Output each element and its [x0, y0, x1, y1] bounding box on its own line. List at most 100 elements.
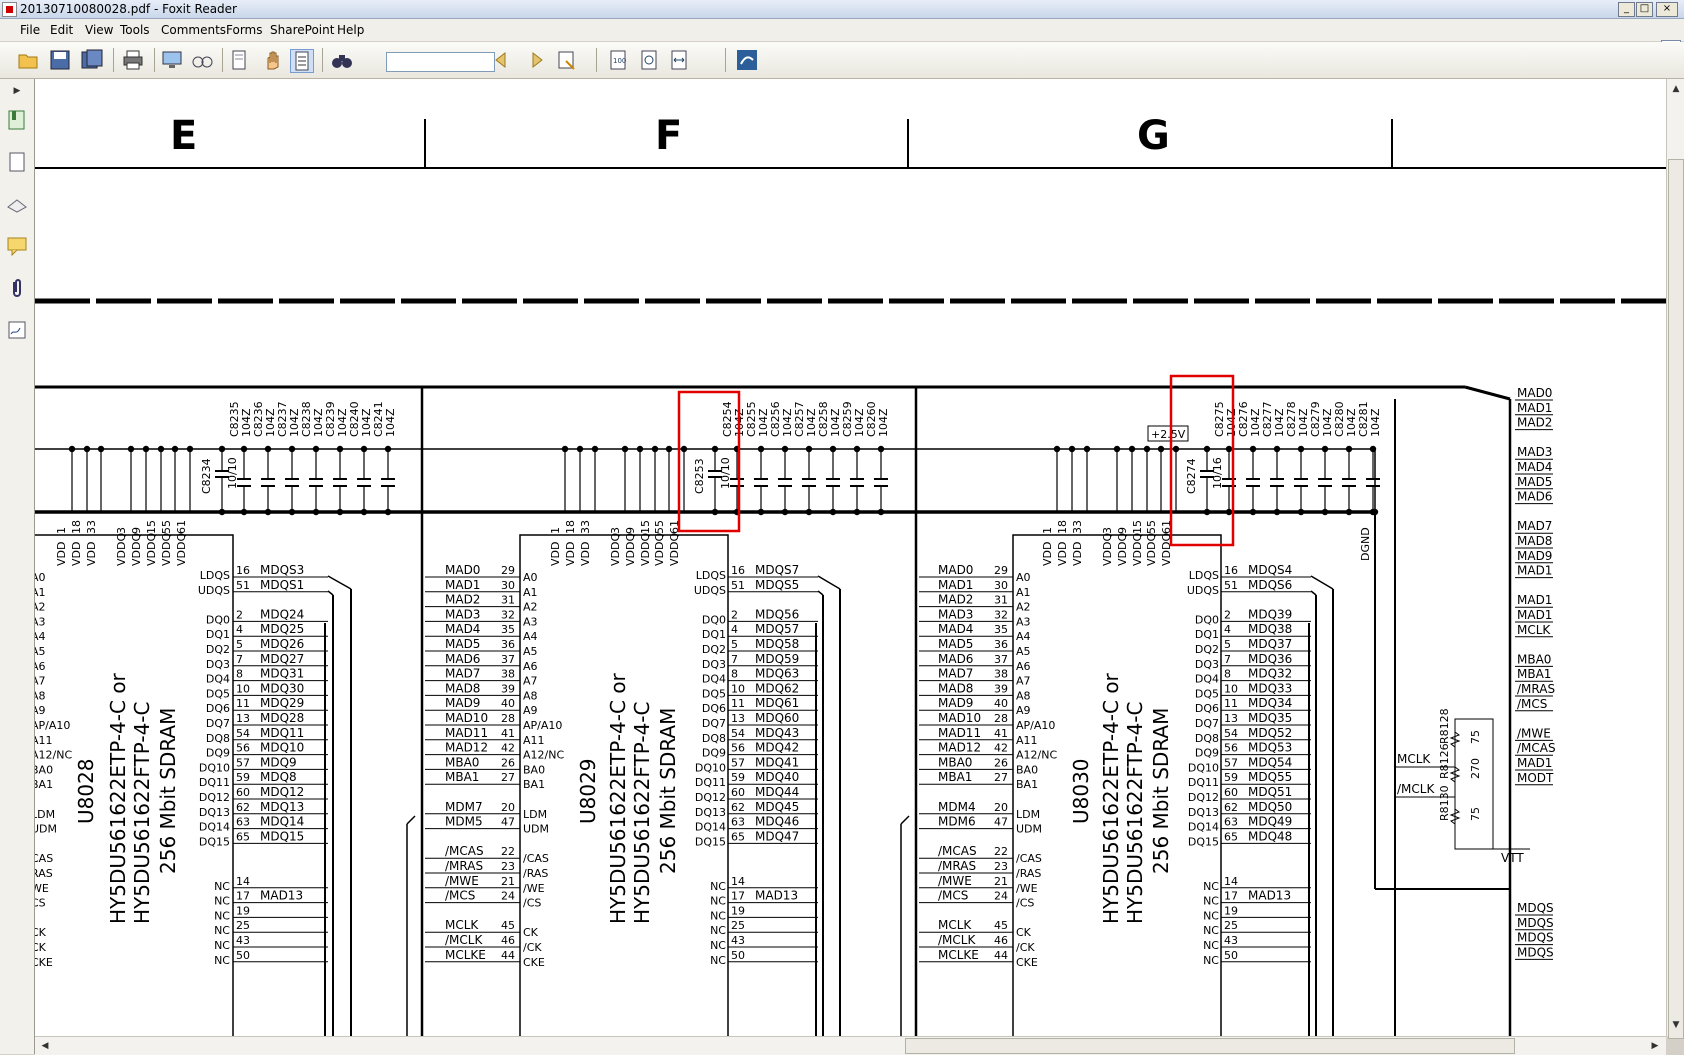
save-icon[interactable]: [49, 49, 71, 71]
pin-name: VDDQ: [1101, 533, 1114, 566]
pin-number: 10: [1224, 682, 1238, 695]
horizontal-scroll-thumb[interactable]: [905, 1038, 1515, 1054]
pin-number: 65: [731, 830, 745, 843]
menu-help[interactable]: Help: [337, 23, 364, 37]
bus-entry: [1310, 575, 1334, 590]
minimize-button[interactable]: _: [1618, 2, 1635, 17]
fit-page-icon[interactable]: [638, 49, 660, 71]
expand-panel-icon[interactable]: ▶: [9, 83, 25, 99]
pin-name: DQ1: [702, 628, 726, 641]
cap-ref-C8274: C8274: [1185, 458, 1198, 494]
pin-number: 8: [236, 668, 243, 681]
menu-sharepoint[interactable]: SharePoint: [270, 23, 334, 37]
pin-name: A6: [523, 660, 538, 673]
fit-width-icon[interactable]: [668, 49, 690, 71]
pin-number: 51: [731, 579, 745, 592]
net-MDQ58: MDQ58: [755, 637, 799, 651]
net-MCLK: MCLK: [938, 918, 972, 932]
net-MDQ61: MDQ61: [755, 696, 799, 710]
net-MDQ32: MDQ32: [1248, 667, 1292, 681]
net-MDQ41: MDQ41: [755, 755, 799, 769]
close-button[interactable]: ×: [1656, 2, 1678, 17]
hand-tool-icon[interactable]: [262, 49, 284, 71]
pin-number: 5: [236, 638, 243, 651]
fullscreen-icon[interactable]: [161, 49, 183, 71]
vertical-scroll-thumb[interactable]: [1668, 159, 1684, 1039]
net-MAD4: MAD4: [1517, 460, 1552, 474]
pin-name: /CAS: [523, 852, 549, 865]
menu-edit[interactable]: Edit: [50, 23, 73, 37]
menu-forms[interactable]: Forms: [226, 23, 262, 37]
pin-number: 4: [236, 623, 243, 636]
net-MCLK: MCLK: [1397, 752, 1431, 766]
net-MDQ53: MDQ53: [1248, 741, 1292, 755]
pin-name: CKE: [35, 956, 53, 969]
horizontal-scrollbar[interactable]: ◀ ▶: [35, 1036, 1666, 1055]
net-MDQ42: MDQ42: [755, 741, 799, 755]
pin-name: NC: [1203, 880, 1219, 893]
net-MDQS4: MDQS4: [1248, 563, 1292, 577]
find-previous-icon[interactable]: [493, 49, 515, 71]
pin-name: A8: [523, 689, 538, 702]
find-binoculars-icon[interactable]: [331, 49, 353, 71]
save-as-icon[interactable]: [81, 49, 103, 71]
pin-name: DQ5: [702, 687, 726, 700]
menu-tools[interactable]: Tools: [120, 23, 150, 37]
pin-name: DQ11: [695, 776, 726, 789]
menu-file[interactable]: File: [20, 23, 40, 37]
find-next-icon[interactable]: [523, 49, 545, 71]
menu-bar: File Edit View Tools Comments Forms Shar…: [0, 19, 1684, 60]
pin-name: VDD: [1071, 542, 1084, 566]
signatures-icon[interactable]: [6, 319, 28, 341]
actual-size-icon[interactable]: 100: [607, 49, 629, 71]
comment-tool-icon[interactable]: [556, 49, 578, 71]
attachments-icon[interactable]: [6, 277, 28, 299]
chip-part: HY5DU561622ETP-4-C or: [1099, 672, 1123, 924]
foxit-sign-icon[interactable]: [736, 49, 758, 71]
scroll-up-arrow[interactable]: ▲: [1668, 81, 1684, 97]
document-view[interactable]: E F G C8234 10/10 C8235 104Z C8236 104Z C8237 104Z…: [35, 79, 1666, 1036]
find-input[interactable]: [386, 52, 495, 72]
layers-icon[interactable]: [6, 193, 28, 215]
reading-icon[interactable]: [191, 49, 213, 71]
select-text-icon[interactable]: [290, 49, 314, 73]
pin-number: 42: [994, 742, 1008, 755]
cap-value: 10/10: [226, 457, 239, 489]
scroll-down-arrow[interactable]: ▼: [1668, 1017, 1684, 1033]
scroll-right-arrow[interactable]: ▶: [1647, 1038, 1663, 1054]
net-MDQ39: MDQ39: [1248, 607, 1292, 621]
pages-icon[interactable]: [6, 151, 28, 173]
net-MDQS1: MDQS1: [260, 578, 304, 592]
menu-comments[interactable]: Comments: [161, 23, 226, 37]
cap-ref-C8253: C8253: [693, 458, 706, 494]
pin-name: WE: [35, 882, 49, 895]
vertical-scrollbar[interactable]: ▲ ▼: [1666, 79, 1684, 1039]
net-MDQ55: MDQ55: [1248, 770, 1292, 784]
net-MDQ60: MDQ60: [755, 711, 799, 725]
net-MDQ48: MDQ48: [1248, 829, 1292, 843]
net-MDQ9: MDQ9: [260, 755, 297, 769]
page-layout-icon[interactable]: [228, 49, 250, 71]
pin-number: 14: [236, 875, 250, 888]
open-folder-icon[interactable]: [17, 49, 39, 71]
pin-name: AP/A10: [523, 719, 562, 732]
pin-name: LDQS: [696, 569, 726, 582]
pin-number: 33: [1071, 520, 1084, 534]
net-MDQS: MDQS: [1517, 945, 1554, 959]
pin-number: 18: [70, 520, 83, 534]
scroll-left-arrow[interactable]: ◀: [37, 1038, 53, 1054]
pin-name: NC: [710, 924, 726, 937]
pin-name: CK: [35, 926, 47, 939]
print-icon[interactable]: [122, 49, 144, 71]
bus-entry: [817, 575, 841, 590]
pin-number: 15: [145, 520, 158, 534]
menu-view[interactable]: View: [85, 23, 113, 37]
pin-name: CAS: [35, 852, 53, 865]
comments-panel-icon[interactable]: [6, 235, 28, 257]
net-MAD7: MAD7: [445, 667, 480, 681]
pin-name: BA0: [1016, 763, 1038, 776]
ground-label: DGND: [1359, 527, 1372, 561]
maximize-button[interactable]: □: [1636, 2, 1653, 17]
bookmarks-icon[interactable]: [6, 109, 28, 131]
pin-name: A7: [523, 675, 538, 688]
